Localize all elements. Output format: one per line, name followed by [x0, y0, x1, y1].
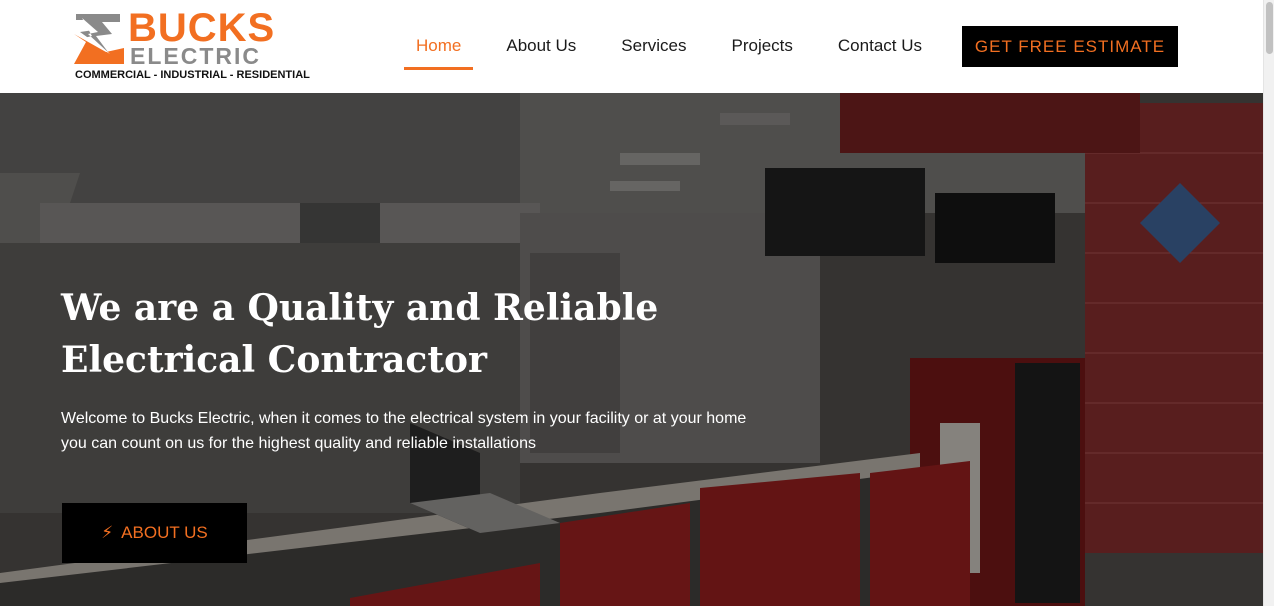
nav-item-about-us[interactable]: About Us — [494, 26, 588, 70]
bolt-icon: ⚡︎ — [101, 523, 114, 542]
hero-title-line-1: We are a Quality and Reliable — [61, 287, 659, 329]
main-nav: Home About Us Services Projects Contact … — [404, 26, 955, 70]
get-free-estimate-button[interactable]: GET FREE ESTIMATE — [962, 26, 1178, 67]
logo-tagline: COMMERCIAL - INDUSTRIAL - RESIDENTIAL — [75, 69, 310, 81]
about-us-button-label: ABOUT US — [121, 523, 208, 542]
logo-subtitle: ELECTRIC — [130, 43, 261, 69]
page-scrollbar[interactable] — [1263, 0, 1274, 606]
scrollbar-thumb[interactable] — [1266, 2, 1273, 54]
hero-title: We are a Quality and Reliable Electrical… — [61, 282, 681, 386]
site-header: BUCKS ELECTRIC COMMERCIAL - INDUSTRIAL -… — [0, 0, 1263, 93]
hero-description: Welcome to Bucks Electric, when it comes… — [61, 406, 761, 456]
logo[interactable]: BUCKS ELECTRIC COMMERCIAL - INDUSTRIAL -… — [72, 6, 312, 84]
nav-item-services[interactable]: Services — [609, 26, 698, 70]
nav-item-home[interactable]: Home — [404, 26, 474, 70]
nav-item-projects[interactable]: Projects — [719, 26, 804, 70]
hero-description-line-2: you can count on us for the highest qual… — [61, 435, 536, 452]
hero-title-line-2: Electrical Contractor — [61, 339, 487, 381]
about-us-button[interactable]: ⚡︎ ABOUT US — [62, 503, 247, 563]
logo-brand: BUCKS — [128, 6, 276, 50]
nav-item-contact-us[interactable]: Contact Us — [826, 26, 934, 70]
hero-description-line-1: Welcome to Bucks Electric, when it comes… — [61, 410, 747, 427]
hero-section: We are a Quality and Reliable Electrical… — [0, 93, 1263, 606]
lightning-bolt-icon — [74, 14, 124, 64]
